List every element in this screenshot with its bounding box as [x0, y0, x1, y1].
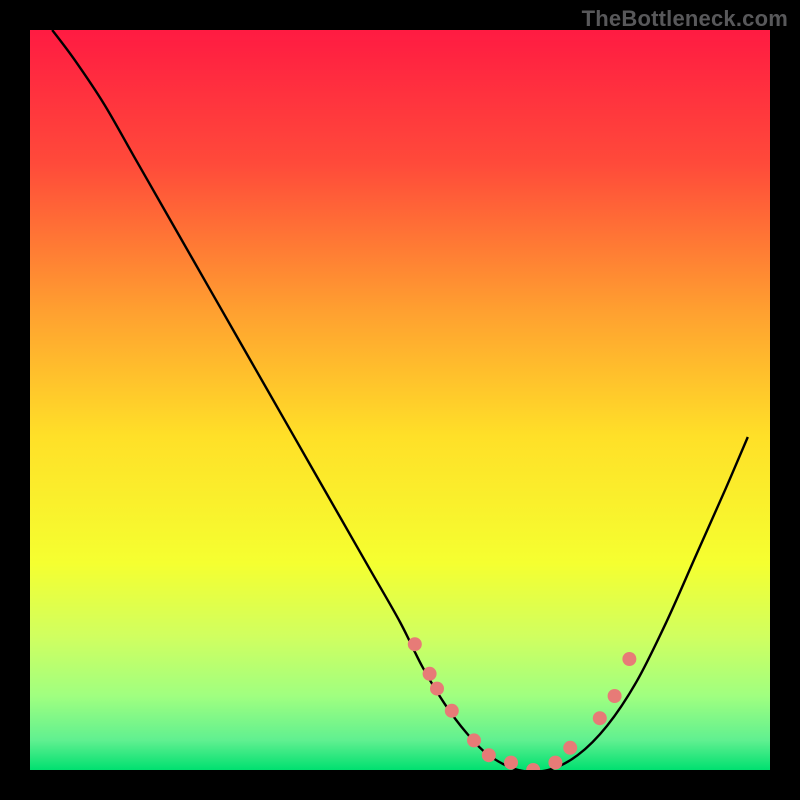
data-marker	[430, 682, 444, 696]
data-marker	[548, 756, 562, 770]
data-marker	[563, 741, 577, 755]
data-marker	[445, 704, 459, 718]
data-marker	[504, 756, 518, 770]
watermark-text: TheBottleneck.com	[582, 6, 788, 32]
chart-svg	[30, 30, 770, 770]
data-marker	[423, 667, 437, 681]
plot-area	[30, 30, 770, 770]
chart-container: TheBottleneck.com	[0, 0, 800, 800]
data-marker	[593, 711, 607, 725]
data-marker	[622, 652, 636, 666]
data-marker	[467, 733, 481, 747]
data-marker	[408, 637, 422, 651]
data-marker	[608, 689, 622, 703]
data-marker	[482, 748, 496, 762]
gradient-background	[30, 30, 770, 770]
